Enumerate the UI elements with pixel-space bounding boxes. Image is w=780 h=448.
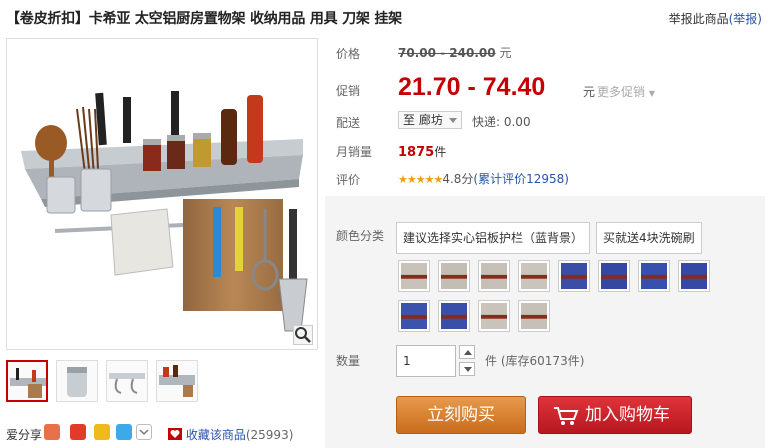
swatch-image xyxy=(681,263,707,289)
report-link[interactable]: 举报此商品(举报) xyxy=(669,10,762,27)
monthly-sales: 1875件 xyxy=(398,145,447,160)
color-swatch[interactable] xyxy=(438,300,470,332)
share-qzone-icon[interactable] xyxy=(94,424,110,440)
shopping-cart-icon xyxy=(554,407,579,425)
chevron-up-icon xyxy=(464,350,472,355)
color-label: 颜色分类 xyxy=(336,229,385,243)
thumbnail-image xyxy=(159,365,195,397)
shipping-fee: 快递: 0.00 xyxy=(472,115,531,129)
swatch-image xyxy=(521,303,547,329)
quantity-input[interactable]: 1 xyxy=(396,345,456,377)
quantity-label: 数量 xyxy=(336,354,361,368)
review-count-link[interactable]: (累计评价12958) xyxy=(473,172,569,186)
share-tencent-icon[interactable] xyxy=(116,424,132,440)
swatch-image xyxy=(601,263,627,289)
thumbnail-1[interactable] xyxy=(6,360,48,402)
chevron-down-icon xyxy=(139,429,149,436)
quantity-decrement[interactable] xyxy=(459,362,475,376)
thumbnail-4[interactable] xyxy=(156,360,198,402)
more-promos-dropdown[interactable]: 更多促销 ▼ xyxy=(597,83,655,100)
favorite-link[interactable]: 收藏该商品(25993) xyxy=(168,426,293,443)
magnifier-icon xyxy=(295,327,311,343)
quantity-increment[interactable] xyxy=(459,345,475,359)
thumbnail-image xyxy=(67,367,87,397)
color-option-1[interactable]: 建议选择实心铝板护栏（蓝背景） xyxy=(396,222,591,254)
rating: ★★★★★4.8分(累计评价12958) xyxy=(398,172,569,186)
monthly-sales-label: 月销量 xyxy=(336,145,373,159)
swatch-image xyxy=(401,303,427,329)
price-label: 价格 xyxy=(336,47,361,61)
delivery-location-select[interactable]: 至 廊坊 xyxy=(398,111,462,129)
add-to-cart-label: 加入购物车 xyxy=(585,405,670,424)
chevron-down-icon: ▼ xyxy=(648,89,655,98)
favorite-heart-icon xyxy=(168,428,182,440)
kitchen-rack-illustration xyxy=(21,91,308,332)
color-swatch[interactable] xyxy=(678,260,710,292)
color-swatch[interactable] xyxy=(638,260,670,292)
promo-currency: 元 xyxy=(583,85,596,99)
share-label: 爱分享 xyxy=(6,428,43,442)
star-rating-icon: ★★★★★ xyxy=(398,173,443,186)
swatch-image xyxy=(481,303,507,329)
chevron-down-icon xyxy=(464,367,472,372)
color-swatch[interactable] xyxy=(398,300,430,332)
color-swatch[interactable] xyxy=(518,260,550,292)
color-option-2[interactable]: 买就送4块洗碗刷 xyxy=(596,222,702,254)
promo-label: 促销 xyxy=(336,84,361,98)
main-product-image[interactable] xyxy=(6,38,318,350)
swatch-image xyxy=(401,263,427,289)
swatch-image xyxy=(441,263,467,289)
thumbnail-3[interactable] xyxy=(106,360,148,402)
color-swatch[interactable] xyxy=(438,260,470,292)
swatch-image xyxy=(481,263,507,289)
swatch-image xyxy=(441,303,467,329)
thumbnail-2[interactable] xyxy=(56,360,98,402)
rating-label: 评价 xyxy=(336,173,361,187)
swatch-image xyxy=(521,263,547,289)
report-button[interactable]: (举报) xyxy=(729,12,762,26)
stock-info: 件 (库存60173件) xyxy=(485,354,585,368)
swatch-image xyxy=(561,263,587,289)
share-renren-icon[interactable] xyxy=(44,424,60,440)
swatch-image xyxy=(641,263,667,289)
add-to-cart-button[interactable]: 加入购物车 xyxy=(538,396,692,434)
favorite-label[interactable]: 收藏该商品 xyxy=(186,428,246,442)
chevron-down-icon xyxy=(449,118,457,123)
color-swatch[interactable] xyxy=(398,260,430,292)
thumbnail-image xyxy=(109,373,145,394)
share-weibo-icon[interactable] xyxy=(70,424,86,440)
color-swatch[interactable] xyxy=(478,260,510,292)
buy-now-button[interactable]: 立刻购买 xyxy=(396,396,526,434)
promo-price: 21.70 - 74.40 xyxy=(398,73,546,101)
product-title: 【卷皮折扣】卡希亚 太空铝厨房置物架 收纳用品 用具 刀架 挂架 xyxy=(6,11,402,27)
favorite-count: (25993) xyxy=(245,428,294,442)
color-swatch[interactable] xyxy=(518,300,550,332)
color-swatch[interactable] xyxy=(478,300,510,332)
color-swatch[interactable] xyxy=(598,260,630,292)
zoom-button[interactable] xyxy=(293,325,313,345)
color-swatch[interactable] xyxy=(558,260,590,292)
share-more-dropdown-icon[interactable] xyxy=(136,424,152,440)
original-price: 70.00 - 240.00 元 xyxy=(398,46,512,60)
thumbnail-image xyxy=(10,368,46,398)
delivery-label: 配送 xyxy=(336,116,361,130)
